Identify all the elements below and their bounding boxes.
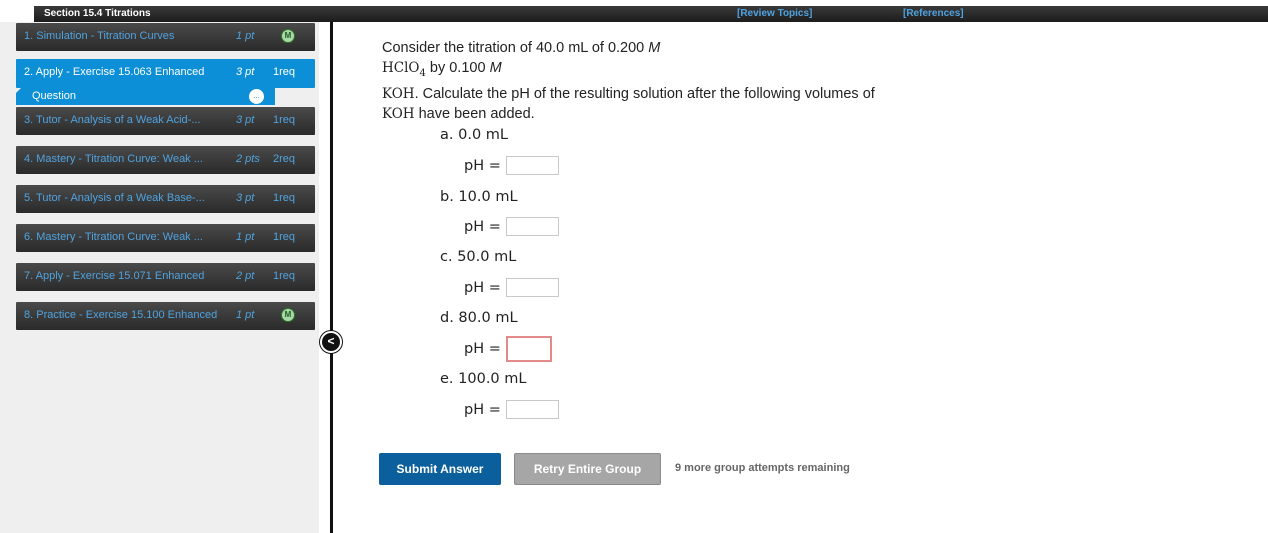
active-item-notch: [16, 88, 21, 93]
sidebar-item-req: 1req: [273, 192, 296, 204]
ph-input-d[interactable]: [506, 336, 552, 362]
question-line-2: HClO4 by 0.100 M: [382, 60, 502, 79]
part-b-label: b. 10.0 mL: [440, 189, 518, 205]
attempts-remaining-text: 9 more group attempts remaining: [675, 462, 850, 474]
sidebar-item-points: 2 pt: [236, 270, 255, 282]
sidebar-item-3[interactable]: 3. Tutor - Analysis of a Weak Acid-... 3…: [16, 107, 315, 135]
part-c-label: c. 50.0 mL: [440, 249, 517, 265]
part-d-label: d. 80.0 mL: [440, 310, 518, 326]
sidebar-item-1[interactable]: 1. Simulation - Titration Curves 1 pt M: [16, 23, 315, 51]
references-link[interactable]: [References]: [903, 6, 964, 22]
sidebar-item-8[interactable]: 8. Practice - Exercise 15.100 Enhanced 1…: [16, 302, 315, 330]
sidebar-item-5[interactable]: 5. Tutor - Analysis of a Weak Base-... 3…: [16, 185, 315, 213]
sidebar-item-7[interactable]: 7. Apply - Exercise 15.071 Enhanced 2 pt…: [16, 263, 315, 291]
question-line-1: Consider the titration of 40.0 mL of 0.2…: [382, 40, 661, 56]
ph-input-c[interactable]: [506, 278, 559, 297]
review-topics-link[interactable]: [Review Topics]: [737, 6, 812, 22]
ph-input-b[interactable]: [506, 217, 559, 236]
section-title: Section 15.4 Titrations: [44, 8, 151, 19]
sidebar-item-4[interactable]: 4. Mastery - Titration Curve: Weak ... 2…: [16, 146, 315, 174]
question-line-4: KOH have been added.: [382, 105, 535, 122]
sidebar-item-2-question[interactable]: Question ...: [16, 88, 275, 105]
sidebar-item-req: 2req: [273, 153, 296, 165]
ph-input-a[interactable]: [506, 156, 559, 175]
ph-label: pH =: [464, 158, 501, 174]
more-options-icon[interactable]: ...: [249, 89, 264, 104]
question-text: Consider the titration of 40.0 mL of 0.2…: [382, 38, 1002, 124]
sidebar-item-req: 1req: [273, 66, 296, 78]
part-a-label: a. 0.0 mL: [440, 127, 508, 143]
mastery-badge-icon: M: [281, 308, 295, 322]
sidebar-item-label: 5. Tutor - Analysis of a Weak Base-...: [24, 192, 205, 204]
sidebar-item-points: 2 pts: [236, 153, 260, 165]
sidebar-item-2[interactable]: 2. Apply - Exercise 15.063 Enhanced 3 pt…: [16, 59, 315, 88]
sidebar-item-label: 3. Tutor - Analysis of a Weak Acid-...: [24, 114, 201, 126]
sidebar-item-label: 8. Practice - Exercise 15.100 Enhanced: [24, 309, 218, 321]
retry-group-button[interactable]: Retry Entire Group: [514, 453, 661, 485]
sidebar-item-6[interactable]: 6. Mastery - Titration Curve: Weak ... 1…: [16, 224, 315, 252]
mastery-badge-icon: M: [281, 29, 295, 43]
sidebar-item-req: 1req: [273, 231, 296, 243]
ph-label: pH =: [464, 402, 501, 418]
sidebar-item-points: 1 pt: [236, 231, 255, 243]
ph-label: pH =: [464, 280, 501, 296]
sidebar-item-points: 3 pt: [236, 66, 255, 78]
panel-divider: [330, 22, 333, 533]
sidebar-item-label: 4. Mastery - Titration Curve: Weak ...: [24, 153, 203, 165]
sidebar-item-points: 1 pt: [236, 30, 255, 42]
sidebar-item-points: 3 pt: [236, 192, 255, 204]
sidebar-item-points: 3 pt: [236, 114, 255, 126]
submit-answer-button[interactable]: Submit Answer: [379, 453, 501, 485]
top-header-bar: Section 15.4 Titrations [Review Topics] …: [34, 6, 1268, 22]
question-line-3: KOH. Calculate the pH of the resulting s…: [382, 85, 875, 102]
ph-label: pH =: [464, 219, 501, 235]
sidebar-item-req: 1req: [273, 114, 296, 126]
ph-input-e[interactable]: [506, 400, 559, 419]
sidebar-item-label: 2. Apply - Exercise 15.063 Enhanced: [24, 66, 205, 78]
ph-label: pH =: [464, 341, 501, 357]
sidebar-item-label: 1. Simulation - Titration Curves: [24, 30, 175, 42]
sidebar-item-req: 1req: [273, 270, 296, 282]
collapse-sidebar-icon[interactable]: <: [320, 331, 342, 353]
part-e-label: e. 100.0 mL: [440, 371, 527, 387]
sidebar-item-label: 6. Mastery - Titration Curve: Weak ...: [24, 231, 203, 243]
sidebar-item-label: 7. Apply - Exercise 15.071 Enhanced: [24, 270, 205, 282]
sidebar-item-points: 1 pt: [236, 309, 255, 321]
sidebar-sub-label: Question: [32, 90, 77, 102]
